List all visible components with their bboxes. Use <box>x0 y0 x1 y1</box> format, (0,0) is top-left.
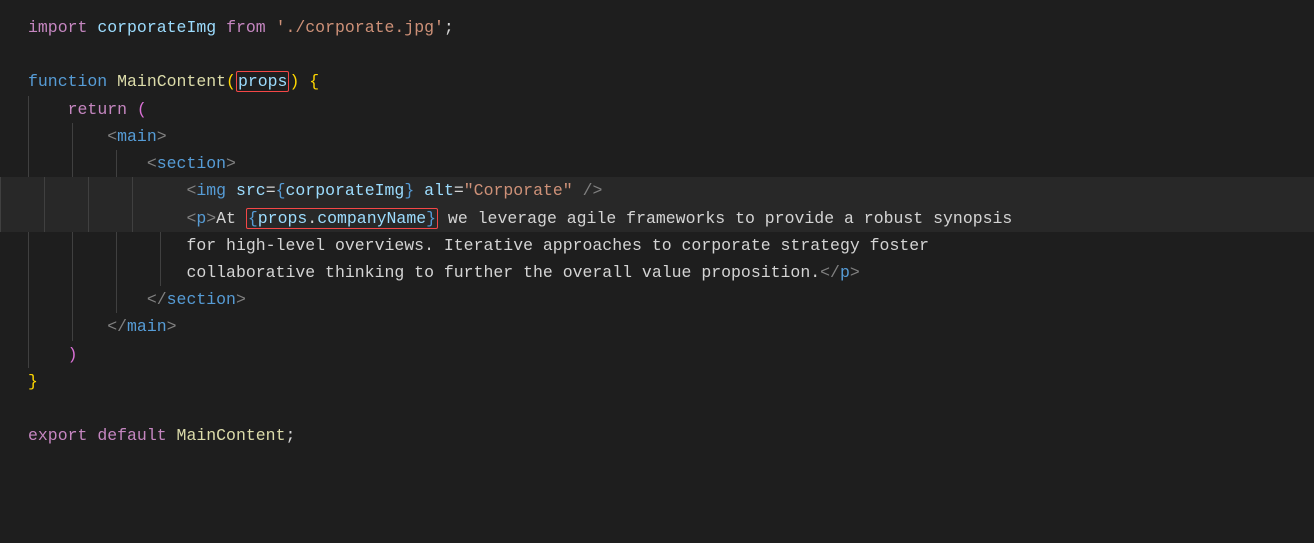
tag-bracket: > <box>236 290 246 309</box>
string-literal: './corporate.jpg' <box>276 18 444 37</box>
code-editor[interactable]: import corporateImg from './corporate.jp… <box>0 0 1314 464</box>
semicolon: ; <box>444 18 454 37</box>
code-line: <main> <box>28 123 1314 150</box>
identifier: props <box>258 209 308 228</box>
keyword-import: import <box>28 18 87 37</box>
jsx-text: for high-level overviews. Iterative appr… <box>186 236 929 255</box>
identifier: corporateImg <box>97 18 216 37</box>
jsx-text: At <box>216 209 246 228</box>
tag-bracket: > <box>157 127 167 146</box>
brace-close: } <box>28 372 38 391</box>
highlight-box-props-companyname: {props.companyName} <box>246 208 438 229</box>
code-line-blank <box>28 395 1314 422</box>
tag-bracket: </ <box>820 263 840 282</box>
code-line: return ( <box>28 96 1314 123</box>
code-line: for high-level overviews. Iterative appr… <box>28 232 1314 259</box>
paren-open: ( <box>127 100 147 119</box>
jsx-brace: { <box>276 181 286 200</box>
jsx-text: we leverage agile frameworks to provide … <box>438 209 1012 228</box>
equals: = <box>266 181 276 200</box>
tag-bracket: > <box>206 209 216 228</box>
highlight-box-props: props <box>236 71 290 92</box>
code-line-highlighted: <p>At {props.companyName} we leverage ag… <box>0 205 1314 232</box>
semicolon: ; <box>285 426 295 445</box>
tag-bracket: </ <box>107 317 127 336</box>
dot: . <box>307 209 317 228</box>
identifier: companyName <box>317 209 426 228</box>
code-line: ) <box>28 341 1314 368</box>
function-name: MainContent <box>117 72 226 91</box>
jsx-brace: { <box>248 209 258 228</box>
code-line: </main> <box>28 313 1314 340</box>
parameter: props <box>238 72 288 91</box>
tag-bracket: < <box>147 154 157 173</box>
jsx-brace: } <box>404 181 414 200</box>
identifier: corporateImg <box>286 181 405 200</box>
code-line: export default MainContent; <box>28 422 1314 449</box>
tag-name: section <box>167 290 236 309</box>
tag-name: p <box>840 263 850 282</box>
tag-bracket: < <box>186 181 196 200</box>
brace-open: { <box>299 72 319 91</box>
tag-selfclose: /> <box>573 181 603 200</box>
tag-name: main <box>117 127 157 146</box>
tag-bracket: > <box>226 154 236 173</box>
keyword-default: default <box>97 426 166 445</box>
tag-bracket: > <box>167 317 177 336</box>
code-line: </section> <box>28 286 1314 313</box>
code-line: } <box>28 368 1314 395</box>
tag-name: section <box>157 154 226 173</box>
tag-bracket: </ <box>147 290 167 309</box>
string-literal: "Corporate" <box>464 181 573 200</box>
tag-name: main <box>127 317 167 336</box>
code-line: import corporateImg from './corporate.jp… <box>28 14 1314 41</box>
code-line-blank <box>28 41 1314 68</box>
tag-bracket: > <box>850 263 860 282</box>
code-line: <section> <box>28 150 1314 177</box>
identifier: MainContent <box>177 426 286 445</box>
tag-name: img <box>196 181 226 200</box>
keyword-return: return <box>68 100 127 119</box>
tag-name: p <box>196 209 206 228</box>
jsx-brace: } <box>426 209 436 228</box>
keyword-function: function <box>28 72 107 91</box>
paren-close: ) <box>68 345 78 364</box>
tag-bracket: < <box>107 127 117 146</box>
keyword-export: export <box>28 426 87 445</box>
equals: = <box>454 181 464 200</box>
code-line-highlighted: <img src={corporateImg} alt="Corporate" … <box>0 177 1314 204</box>
paren-close: ) <box>289 72 299 91</box>
attribute-name: alt <box>424 181 454 200</box>
keyword-from: from <box>226 18 266 37</box>
tag-bracket: < <box>186 209 196 228</box>
attribute-name: src <box>236 181 266 200</box>
jsx-text: collaborative thinking to further the ov… <box>186 263 820 282</box>
code-line: function MainContent(props) { <box>28 68 1314 95</box>
code-line: collaborative thinking to further the ov… <box>28 259 1314 286</box>
paren-open: ( <box>226 72 236 91</box>
